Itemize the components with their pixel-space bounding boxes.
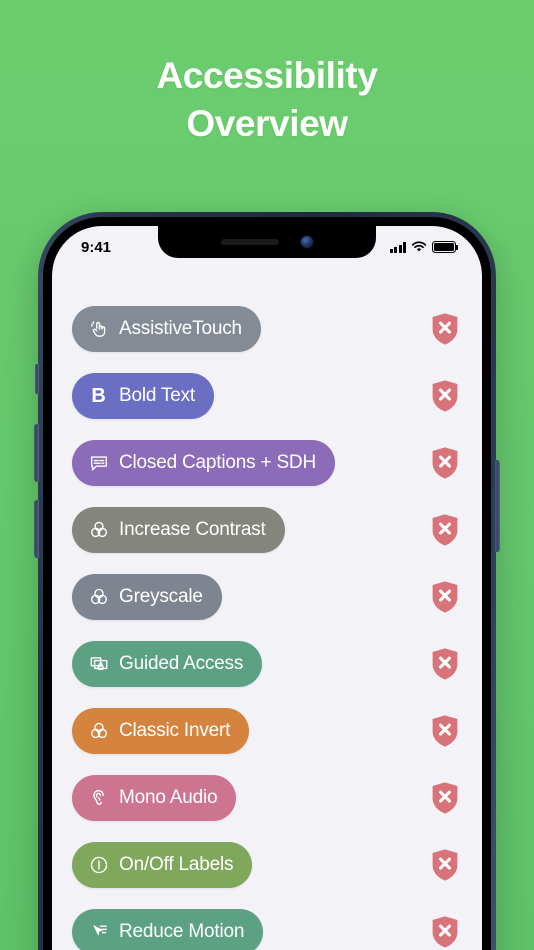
circle-bar-icon xyxy=(87,854,110,877)
mute-switch[interactable] xyxy=(35,364,39,394)
feature-row: Mono Audio xyxy=(52,775,482,821)
bold-b-icon: B xyxy=(91,385,106,407)
feature-row: Increase Contrast xyxy=(52,507,482,553)
feature-pill-4[interactable]: Greyscale xyxy=(72,574,222,620)
feature-pill-0[interactable]: AssistiveTouch xyxy=(72,306,261,352)
volume-up-button[interactable] xyxy=(34,424,39,482)
feature-pill-3[interactable]: Increase Contrast xyxy=(72,507,285,553)
feature-pill-1[interactable]: B Bold Text xyxy=(72,373,215,419)
shield-x-icon[interactable] xyxy=(430,580,460,614)
shield-x-icon[interactable] xyxy=(430,915,460,949)
shield-x-icon[interactable] xyxy=(430,312,460,346)
front-camera-icon xyxy=(301,236,313,248)
feature-pill-5[interactable]: Guided Access xyxy=(72,641,263,687)
cursor-motion-icon xyxy=(87,921,110,944)
page-title-line-2: Overview xyxy=(186,103,348,144)
feature-label: Classic Invert xyxy=(119,720,231,741)
feature-label: Closed Captions + SDH xyxy=(119,452,316,473)
speaker-grille-icon xyxy=(221,239,279,245)
feature-pill-7[interactable]: Mono Audio xyxy=(72,775,237,821)
shield-x-icon[interactable] xyxy=(430,714,460,748)
feature-row: AssistiveTouch xyxy=(52,306,482,352)
status-bar-time: 9:41 xyxy=(81,238,112,256)
feature-row: Closed Captions + SDH xyxy=(52,440,482,486)
signal-bars-icon xyxy=(389,242,406,253)
page-title-line-1: Accessibility xyxy=(156,55,378,96)
phone-notch xyxy=(158,226,376,258)
battery-full-icon xyxy=(432,241,459,253)
feature-pill-9[interactable]: Reduce Motion xyxy=(72,909,264,950)
caption-bubble-icon xyxy=(87,452,110,475)
venn-circles-icon xyxy=(87,586,110,609)
shield-x-icon[interactable] xyxy=(430,379,460,413)
ear-icon xyxy=(87,787,110,810)
feature-label: Guided Access xyxy=(119,653,244,674)
shield-x-icon[interactable] xyxy=(430,513,460,547)
shield-x-icon[interactable] xyxy=(430,848,460,882)
feature-pill-2[interactable]: Closed Captions + SDH xyxy=(72,440,335,486)
feature-row: B Bold Text xyxy=(52,373,482,419)
venn-circles-icon xyxy=(87,519,110,542)
feature-label: Bold Text xyxy=(119,385,196,406)
page-title: Accessibility Overview xyxy=(0,52,534,148)
tap-hand-icon xyxy=(87,318,110,341)
feature-label: Greyscale xyxy=(119,586,203,607)
venn-circles-icon xyxy=(87,720,110,743)
feature-label: AssistiveTouch xyxy=(119,318,242,339)
feature-pill-8[interactable]: On/Off Labels xyxy=(72,842,253,888)
feature-label: Mono Audio xyxy=(119,787,218,808)
shield-x-icon[interactable] xyxy=(430,781,460,815)
feature-pill-6[interactable]: Classic Invert xyxy=(72,708,250,754)
power-button[interactable] xyxy=(495,460,500,552)
feature-row: Classic Invert xyxy=(52,708,482,754)
phone-bezel: 9:41 AssistiveTouch B Bold Text Closed Capt… xyxy=(43,217,491,950)
feature-row: On/Off Labels xyxy=(52,842,482,888)
feature-label: Reduce Motion xyxy=(119,921,245,942)
feature-label: Increase Contrast xyxy=(119,519,266,540)
wifi-icon xyxy=(411,241,427,252)
status-bar-indicators xyxy=(389,241,459,253)
feature-row: Greyscale xyxy=(52,574,482,620)
phone-screen: 9:41 AssistiveTouch B Bold Text Closed Capt… xyxy=(52,226,482,950)
feature-row: Reduce Motion xyxy=(52,909,482,950)
accessibility-feature-list: AssistiveTouch B Bold Text Closed Captions … xyxy=(52,274,482,950)
feature-label: On/Off Labels xyxy=(119,854,234,875)
windows-lock-icon xyxy=(87,653,110,676)
volume-down-button[interactable] xyxy=(34,500,39,558)
phone-mockup: 9:41 AssistiveTouch B Bold Text Closed Capt… xyxy=(34,212,500,950)
shield-x-icon[interactable] xyxy=(430,446,460,480)
shield-x-icon[interactable] xyxy=(430,647,460,681)
feature-row: Guided Access xyxy=(52,641,482,687)
